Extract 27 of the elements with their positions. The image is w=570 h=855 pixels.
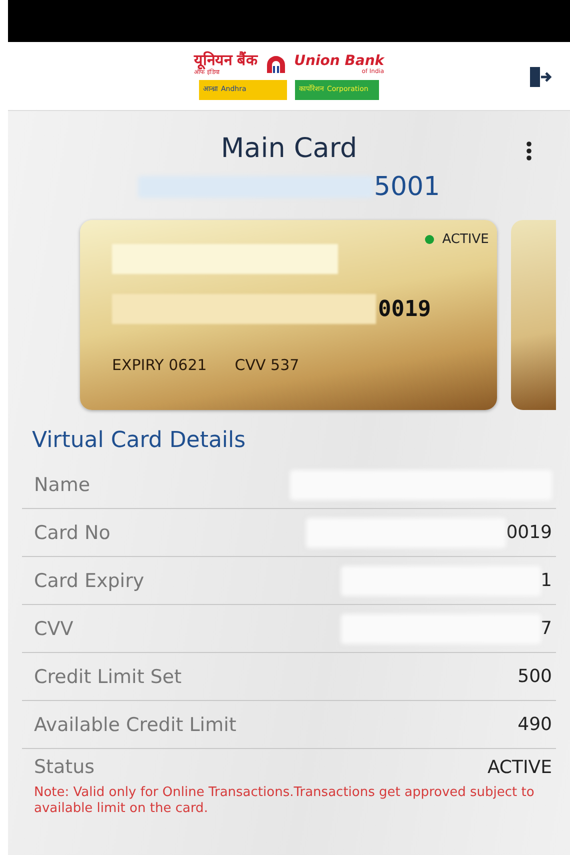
detail-value: ACTIVE bbox=[487, 756, 552, 778]
section-title: Virtual Card Details bbox=[31, 428, 247, 453]
card-number: 0019 bbox=[378, 296, 431, 322]
logout-icon[interactable] bbox=[528, 66, 552, 88]
note-text: Note: Valid only for Online Transactions.Transactions get approved subject to available limit on the card. bbox=[33, 785, 536, 816]
detail-label: Card Expiry bbox=[34, 570, 144, 592]
detail-value: 490 bbox=[518, 714, 552, 735]
card-cvv: CVV 537 bbox=[234, 356, 300, 374]
detail-label: Credit Limit Set bbox=[34, 666, 182, 688]
detail-value: 0019 bbox=[506, 522, 552, 543]
detail-label: Card No bbox=[34, 522, 110, 544]
more-options-icon[interactable] bbox=[526, 141, 532, 161]
detail-label: CVV bbox=[34, 618, 74, 640]
bank-name: Union Bank bbox=[294, 54, 384, 68]
detail-label: Available Credit Limit bbox=[34, 714, 236, 736]
account-number: 5001 bbox=[374, 172, 440, 202]
virtual-card[interactable]: ACTIVE 0019 EXPIRY 0621 CVV 537 bbox=[80, 220, 497, 410]
card-status: ACTIVE bbox=[442, 232, 489, 247]
card-expiry: EXPIRY 0621 bbox=[112, 356, 207, 374]
page-title: Main Card bbox=[220, 133, 358, 164]
detail-label: Name bbox=[34, 474, 90, 496]
hindi-bank-name: यूनियन बैंक bbox=[194, 53, 258, 68]
detail-value: 7 bbox=[540, 618, 552, 639]
detail-label: Status bbox=[34, 756, 95, 778]
detail-value: 500 bbox=[518, 666, 552, 687]
next-card[interactable] bbox=[510, 220, 556, 410]
detail-value: 1 bbox=[540, 570, 552, 591]
